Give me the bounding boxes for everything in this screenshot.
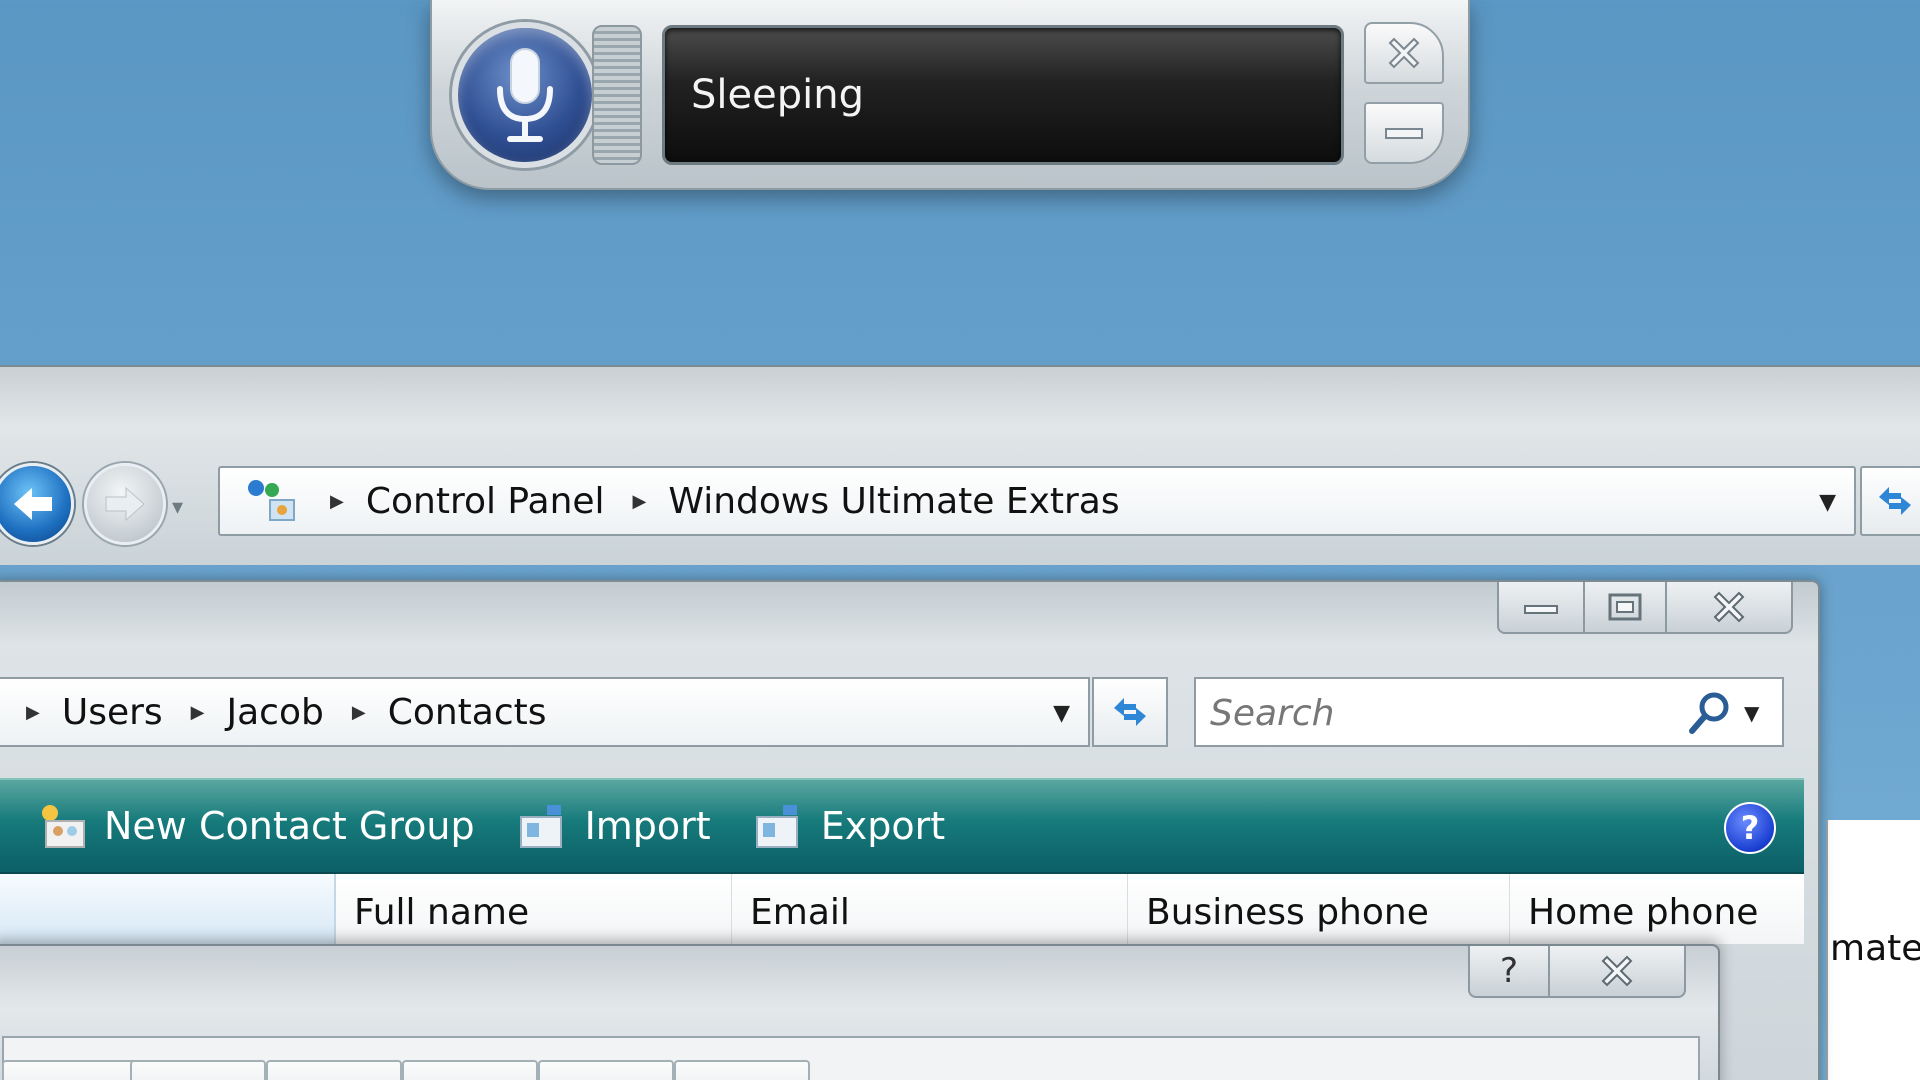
breadcrumb-contacts[interactable]: Contacts xyxy=(388,692,547,733)
chevron-down-icon: ▾ xyxy=(172,495,184,520)
close-icon xyxy=(1713,591,1745,623)
navigation-pane-header xyxy=(0,874,336,944)
breadcrumb-users[interactable]: Users xyxy=(62,692,163,733)
back-button[interactable] xyxy=(0,463,74,545)
dialog-tab[interactable] xyxy=(2,1060,138,1080)
column-header-full-name[interactable]: Full name xyxy=(336,874,732,944)
column-header-email[interactable]: Email xyxy=(732,874,1128,944)
search-button[interactable] xyxy=(1686,689,1734,737)
speech-minimize-button[interactable] xyxy=(1364,102,1444,164)
contacts-command-bar: New Contact Group Import Export ? xyxy=(0,778,1804,874)
search-options-chevron-icon[interactable]: ▼ xyxy=(1744,701,1759,725)
contacts-refresh-button[interactable] xyxy=(1092,677,1168,747)
help-icon: ? xyxy=(1740,809,1760,847)
breadcrumb-separator-icon[interactable]: ▶ xyxy=(352,702,366,723)
breadcrumb-separator-icon[interactable]: ▶ xyxy=(191,702,205,723)
column-header-home-phone[interactable]: Home phone xyxy=(1510,874,1804,944)
breadcrumb-separator-icon[interactable]: ▶ xyxy=(26,702,40,723)
microphone-icon xyxy=(497,48,553,142)
maximize-button[interactable] xyxy=(1585,582,1667,634)
new-contact-group-button[interactable]: New Contact Group xyxy=(36,801,475,851)
contacts-column-header: Full name Email Business phone Home phon… xyxy=(0,874,1804,944)
maximize-icon xyxy=(1608,593,1642,621)
minimize-button[interactable] xyxy=(1497,582,1585,634)
breadcrumb-control-panel[interactable]: Control Panel xyxy=(366,481,605,522)
question-mark-icon: ? xyxy=(1499,951,1519,991)
contacts-address-bar[interactable]: ▶ Users ▶ Jacob ▶ Contacts ▼ xyxy=(0,677,1090,747)
dialog-caption-buttons: ? xyxy=(1468,946,1686,998)
search-icon xyxy=(1689,692,1729,734)
dialog-tab[interactable] xyxy=(266,1060,402,1080)
dialog-tab[interactable] xyxy=(674,1060,810,1080)
chevron-down-icon[interactable]: ▼ xyxy=(1053,701,1070,726)
search-box: ▼ xyxy=(1194,677,1784,747)
refresh-icon xyxy=(1879,487,1911,515)
import-label: Import xyxy=(584,804,711,848)
export-icon xyxy=(753,801,805,851)
arrow-right-icon xyxy=(105,486,145,522)
close-icon xyxy=(1388,37,1420,69)
contact-properties-dialog: ? xyxy=(0,944,1720,1080)
speech-status-display: Sleeping xyxy=(662,25,1344,165)
help-button[interactable]: ? xyxy=(1724,802,1776,854)
window-caption-buttons xyxy=(1497,582,1793,634)
search-input[interactable] xyxy=(1210,691,1680,735)
import-button[interactable]: Import xyxy=(517,801,711,851)
dialog-close-button[interactable] xyxy=(1550,946,1686,998)
control-panel-address-bar[interactable]: ▶ Control Panel ▶ Windows Ultimate Extra… xyxy=(218,466,1856,536)
export-label: Export xyxy=(820,804,946,848)
speech-close-button[interactable] xyxy=(1364,22,1444,84)
new-contact-group-label: New Contact Group xyxy=(104,804,475,848)
breadcrumb-separator-icon[interactable]: ▶ xyxy=(633,491,647,512)
microphone-button[interactable] xyxy=(452,22,598,168)
close-button[interactable] xyxy=(1667,582,1793,634)
forward-button[interactable] xyxy=(84,463,166,545)
import-icon xyxy=(517,801,569,851)
background-window-fragment: mate xyxy=(1826,820,1920,1080)
control-panel-icon xyxy=(242,476,302,526)
breadcrumb-separator-icon[interactable]: ▶ xyxy=(330,491,344,512)
dialog-tab[interactable] xyxy=(130,1060,266,1080)
control-panel-window: ▾ ▶ Control Panel ▶ Windows Ultimate Ext… xyxy=(0,365,1920,565)
speech-recognition-bar: Sleeping xyxy=(430,0,1470,190)
contact-group-icon xyxy=(36,801,88,851)
control-panel-refresh-button[interactable] xyxy=(1860,466,1920,536)
background-window-text: mate xyxy=(1830,928,1920,969)
dialog-tab[interactable] xyxy=(538,1060,674,1080)
chevron-down-icon[interactable]: ▼ xyxy=(1819,490,1836,515)
close-icon xyxy=(1601,955,1633,987)
dialog-tab[interactable] xyxy=(402,1060,538,1080)
speech-status-text: Sleeping xyxy=(691,72,864,118)
breadcrumb-windows-ultimate-extras[interactable]: Windows Ultimate Extras xyxy=(668,481,1119,522)
export-button[interactable]: Export xyxy=(753,801,945,851)
column-header-business-phone[interactable]: Business phone xyxy=(1128,874,1510,944)
recent-pages-dropdown[interactable]: ▾ xyxy=(172,495,183,520)
refresh-icon xyxy=(1114,698,1146,726)
dialog-tab-area xyxy=(2,1036,1700,1080)
dialog-help-button[interactable]: ? xyxy=(1468,946,1550,998)
minimize-icon xyxy=(1385,128,1423,139)
arrow-left-icon xyxy=(14,488,52,520)
breadcrumb-jacob[interactable]: Jacob xyxy=(227,692,324,733)
minimize-icon xyxy=(1524,605,1558,614)
audio-level-meter xyxy=(592,25,642,165)
